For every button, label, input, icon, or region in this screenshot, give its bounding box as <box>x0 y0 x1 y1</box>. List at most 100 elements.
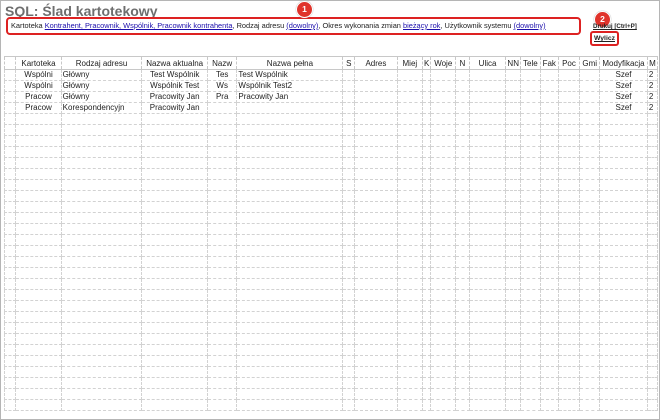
column-header[interactable]: Miej <box>396 57 424 70</box>
column-header[interactable]: Nazwa aktualna <box>141 57 208 70</box>
table-cell[interactable] <box>557 333 581 345</box>
table-cell[interactable] <box>4 366 17 378</box>
table-cell[interactable] <box>206 333 238 345</box>
table-cell[interactable]: 2 <box>646 102 658 114</box>
table-cell[interactable] <box>141 190 208 202</box>
table-cell[interactable] <box>519 102 541 114</box>
empty-table-row[interactable] <box>4 146 658 158</box>
table-cell[interactable] <box>646 201 658 213</box>
table-cell[interactable] <box>557 135 581 147</box>
table-cell[interactable] <box>236 168 344 180</box>
table-cell[interactable] <box>505 278 521 290</box>
table-cell[interactable] <box>4 168 17 180</box>
table-cell[interactable] <box>646 190 658 202</box>
table-cell[interactable] <box>599 311 648 323</box>
table-cell[interactable] <box>4 388 17 400</box>
table-cell[interactable] <box>468 245 507 257</box>
table-cell[interactable] <box>646 223 658 235</box>
table-cell[interactable] <box>60 399 143 411</box>
table-cell[interactable] <box>206 146 238 158</box>
column-header[interactable]: Gmi <box>579 57 601 70</box>
table-cell[interactable] <box>430 256 457 268</box>
table-cell[interactable] <box>579 102 601 114</box>
table-cell[interactable] <box>430 201 457 213</box>
table-cell[interactable] <box>539 135 559 147</box>
table-cell[interactable] <box>396 399 424 411</box>
table-cell[interactable] <box>468 388 507 400</box>
table-cell[interactable] <box>422 377 432 389</box>
table-cell[interactable] <box>141 168 208 180</box>
table-cell[interactable] <box>646 245 658 257</box>
table-cell[interactable] <box>236 135 344 147</box>
table-cell[interactable] <box>579 399 601 411</box>
table-cell[interactable] <box>422 91 432 103</box>
table-cell[interactable] <box>455 69 470 81</box>
table-cell[interactable] <box>505 311 521 323</box>
table-cell[interactable] <box>430 102 457 114</box>
table-cell[interactable] <box>519 333 541 345</box>
table-cell[interactable]: Test Wspólnik <box>236 69 344 81</box>
column-header[interactable]: N <box>455 57 470 70</box>
table-cell[interactable] <box>422 234 432 246</box>
table-cell[interactable] <box>505 124 521 136</box>
table-cell[interactable] <box>422 157 432 169</box>
table-cell[interactable] <box>557 311 581 323</box>
empty-table-row[interactable] <box>4 135 658 147</box>
table-cell[interactable] <box>236 267 344 279</box>
table-cell[interactable] <box>519 300 541 312</box>
table-cell[interactable] <box>505 399 521 411</box>
table-cell[interactable] <box>468 146 507 158</box>
table-cell[interactable] <box>15 300 62 312</box>
table-cell[interactable]: Szef <box>599 102 648 114</box>
table-cell[interactable] <box>579 146 601 158</box>
table-cell[interactable] <box>519 311 541 323</box>
table-cell[interactable] <box>422 256 432 268</box>
table-row[interactable]: Wspólni Główny Test Wspólnik Tes Test Wspóln… <box>4 69 658 81</box>
table-cell[interactable] <box>396 289 424 301</box>
row-selector[interactable] <box>4 69 17 81</box>
table-cell[interactable] <box>422 69 432 81</box>
table-cell[interactable] <box>430 91 457 103</box>
table-cell[interactable] <box>455 113 470 125</box>
uzytkownik-filter-link[interactable]: (dowolny) <box>514 21 546 30</box>
table-cell[interactable] <box>60 245 143 257</box>
table-cell[interactable] <box>557 366 581 378</box>
table-cell[interactable] <box>342 157 356 169</box>
table-cell[interactable] <box>60 168 143 180</box>
table-cell[interactable] <box>430 267 457 279</box>
table-cell[interactable] <box>236 355 344 367</box>
table-cell[interactable] <box>396 322 424 334</box>
table-cell[interactable] <box>519 223 541 235</box>
table-cell[interactable] <box>15 377 62 389</box>
table-cell[interactable] <box>579 267 601 279</box>
table-cell[interactable] <box>579 322 601 334</box>
table-cell[interactable] <box>60 311 143 323</box>
table-cell[interactable] <box>519 344 541 356</box>
table-cell[interactable] <box>354 190 398 202</box>
table-cell[interactable]: Wspólnik Test <box>141 80 208 92</box>
table-cell[interactable] <box>539 223 559 235</box>
table-cell[interactable] <box>455 223 470 235</box>
empty-table-row[interactable] <box>4 168 658 180</box>
table-cell[interactable] <box>236 289 344 301</box>
table-cell[interactable] <box>4 322 17 334</box>
table-cell[interactable] <box>4 212 17 224</box>
table-cell[interactable] <box>4 113 17 125</box>
table-cell[interactable] <box>539 311 559 323</box>
table-cell[interactable] <box>342 377 356 389</box>
table-cell[interactable] <box>354 223 398 235</box>
table-cell[interactable] <box>468 201 507 213</box>
table-cell[interactable] <box>455 91 470 103</box>
table-cell[interactable] <box>539 278 559 290</box>
table-cell[interactable] <box>206 179 238 191</box>
table-cell[interactable] <box>396 135 424 147</box>
table-cell[interactable] <box>206 234 238 246</box>
row-selector[interactable] <box>4 80 17 92</box>
table-cell[interactable] <box>4 135 17 147</box>
table-cell[interactable] <box>579 300 601 312</box>
table-cell[interactable] <box>236 113 344 125</box>
empty-table-row[interactable] <box>4 399 658 411</box>
table-cell[interactable] <box>505 102 521 114</box>
table-cell[interactable] <box>60 190 143 202</box>
table-cell[interactable]: Test Wspólnik <box>141 69 208 81</box>
